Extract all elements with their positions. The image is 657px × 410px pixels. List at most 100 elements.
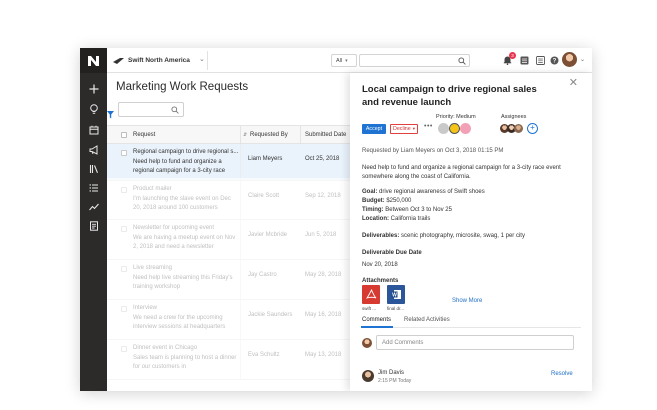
row-checkbox[interactable] [121, 346, 127, 352]
request-description: Need help to fund and organize a regiona… [133, 159, 226, 174]
sidebar-nav [80, 48, 107, 391]
lightbulb-icon[interactable] [86, 102, 101, 117]
commenter-avatar [362, 370, 374, 382]
table-row[interactable]: Product mailer I'm launching the slave e… [107, 181, 350, 220]
resolve-link[interactable]: Resolve [551, 371, 573, 377]
chevron-down-icon: ▾ [345, 57, 348, 64]
request-detail-title: Local campaign to drive regional sales a… [362, 84, 537, 108]
add-icon[interactable] [86, 81, 101, 96]
top-bar: Swift North America ⌄ All ▾ 3 ? ⌄ [107, 48, 592, 73]
divider [207, 51, 208, 70]
user-avatar[interactable] [562, 52, 577, 67]
add-comment-input[interactable]: Add Comments [376, 335, 574, 350]
app-logo-icon[interactable] [80, 48, 107, 73]
request-description: Need help to fund and organize a regiona… [362, 165, 561, 180]
list-view-icon[interactable] [535, 55, 545, 65]
filter-icon[interactable] [107, 106, 114, 124]
column-divider [240, 340, 241, 379]
grid-apps-icon[interactable] [519, 55, 529, 65]
assignee-avatar[interactable] [514, 124, 523, 133]
help-icon[interactable]: ? [549, 55, 559, 65]
calendar-icon[interactable] [86, 122, 101, 137]
search-icon[interactable] [171, 106, 179, 114]
requested-by: Jackie Saunders [248, 312, 293, 318]
table-row[interactable]: Live streaming Need help live streaming … [107, 260, 350, 300]
tab-related-activities[interactable]: Related Activities [404, 317, 450, 323]
chevron-down-icon[interactable]: ⌄ [580, 56, 585, 63]
column-divider [240, 126, 241, 143]
app-window: Swift North America ⌄ All ▾ 3 ? ⌄ Market… [80, 48, 592, 391]
budget-label: Budget: [362, 198, 385, 204]
request-description: I'm launching the slave event on Dec 20,… [133, 196, 231, 211]
attachment-name: final dr... [387, 306, 405, 311]
requested-by: Javier Mcbride [248, 232, 288, 238]
library-icon[interactable] [86, 161, 101, 176]
current-user-avatar [362, 338, 372, 348]
request-title: Live streaming [133, 265, 173, 271]
org-switcher[interactable]: Swift North America [113, 53, 190, 68]
priority-low-option[interactable] [438, 123, 449, 134]
row-checkbox[interactable] [121, 266, 127, 272]
priority-medium-option[interactable] [449, 123, 460, 134]
deliverables-value: scenic photography, microsite, swag, 1 p… [401, 233, 525, 239]
search-scope-select[interactable]: All ▾ [331, 54, 357, 67]
show-more-link[interactable]: Show More [452, 298, 482, 304]
tab-comments[interactable]: Comments [362, 317, 391, 323]
search-scope-value: All [336, 57, 343, 64]
chevron-down-icon: ▾ [412, 126, 415, 131]
search-icon[interactable] [458, 57, 466, 65]
more-options-icon[interactable]: ••• [424, 123, 433, 130]
pdf-icon[interactable] [362, 285, 380, 304]
request-title: Dinner event in Chicago [133, 345, 198, 351]
location-value: California trails [390, 216, 431, 222]
swift-logo-icon [113, 57, 124, 64]
row-checkbox[interactable] [121, 150, 127, 156]
commenter-name: Jim Davis [378, 370, 405, 376]
trend-icon[interactable] [86, 199, 101, 214]
table-row[interactable]: Dinner event in Chicago Sales team is pl… [107, 340, 350, 380]
column-divider [300, 126, 301, 143]
list-icon[interactable] [86, 180, 101, 195]
table-row[interactable]: Regional campaign to drive regional s...… [107, 144, 350, 181]
requested-by: Eva Schultz [248, 352, 280, 358]
request-detail-panel: ✕ Local campaign to drive regional sales… [350, 73, 592, 391]
request-title: Newsletter for upcoming event [133, 225, 215, 231]
row-checkbox[interactable] [121, 187, 127, 193]
add-assignee-button[interactable]: + [527, 123, 538, 134]
close-icon[interactable]: ✕ [569, 76, 578, 89]
select-all-checkbox[interactable] [121, 132, 127, 138]
submitted-date: May 13, 2018 [305, 352, 342, 358]
row-checkbox[interactable] [121, 306, 127, 312]
table-header: Request ⇵ Requested By Submitted Date [107, 125, 350, 144]
accept-button[interactable]: Accept [362, 124, 386, 134]
notification-count-badge: 3 [509, 52, 516, 59]
column-divider [240, 144, 241, 180]
column-header-requested-by[interactable]: Requested By [250, 132, 288, 138]
column-header-submitted-date[interactable]: Submitted Date [305, 132, 346, 138]
timing-value: Between Oct 3 to Nov 25 [385, 207, 452, 213]
decline-button[interactable]: Decline ▾ [390, 124, 418, 134]
budget-line: Budget: $250,000 [362, 197, 582, 206]
request-title: Regional campaign to drive regional s... [133, 149, 239, 155]
location-label: Location: [362, 216, 389, 222]
table-row[interactable]: Interview We need a crew for the upcomin… [107, 300, 350, 340]
requested-by: Jay Castro [248, 272, 277, 278]
goal-value: drive regional awareness of Swift shoes [379, 189, 485, 195]
word-doc-icon[interactable]: W [387, 285, 405, 304]
chevron-down-icon[interactable]: ⌄ [199, 55, 205, 63]
column-divider [240, 181, 241, 219]
global-search-input[interactable] [359, 54, 470, 67]
row-checkbox[interactable] [121, 226, 127, 232]
megaphone-icon[interactable] [86, 142, 101, 157]
timing-label: Timing: [362, 207, 384, 213]
column-header-request[interactable]: Request [133, 132, 155, 138]
table-row[interactable]: Newsletter for upcoming event We are hav… [107, 220, 350, 260]
priority-high-option[interactable] [460, 123, 471, 134]
svg-text:W: W [392, 292, 397, 298]
list-search-input[interactable] [118, 102, 184, 117]
request-title: Interview [133, 305, 158, 311]
sort-icon[interactable]: ⇵ [243, 132, 247, 138]
submitted-date: May 28, 2018 [305, 272, 342, 278]
report-icon[interactable] [86, 218, 101, 233]
deliverables-line: Deliverables: scenic photography, micros… [362, 232, 582, 241]
